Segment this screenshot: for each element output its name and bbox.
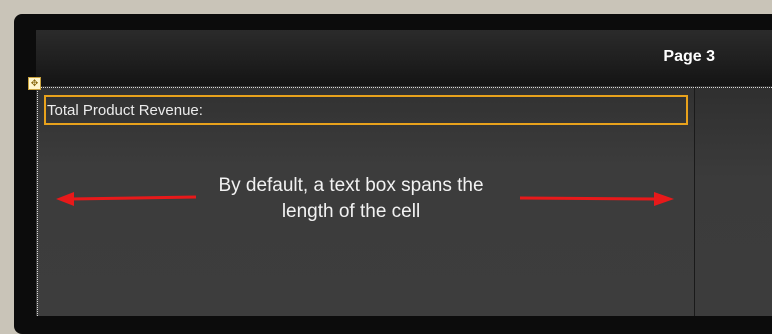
annotation-text: By default, a text box spans the length … (168, 173, 534, 225)
left-arrow-icon (56, 192, 197, 206)
layout-cell-right[interactable] (695, 86, 772, 316)
selection-border-left (37, 87, 38, 316)
annotation-line-2: length of the cell (281, 201, 421, 222)
right-arrow-icon (519, 192, 674, 206)
selection-border-top (37, 87, 772, 88)
text-box-value: Total Product Revenue: (47, 102, 203, 119)
page-title: Page 3 (663, 48, 715, 65)
page-header: Page 3 (36, 30, 772, 86)
move-handle-icon[interactable]: ✥ (28, 77, 41, 90)
annotation-line-1: By default, a text box spans the (218, 175, 484, 196)
text-box[interactable]: Total Product Revenue: (44, 95, 688, 125)
